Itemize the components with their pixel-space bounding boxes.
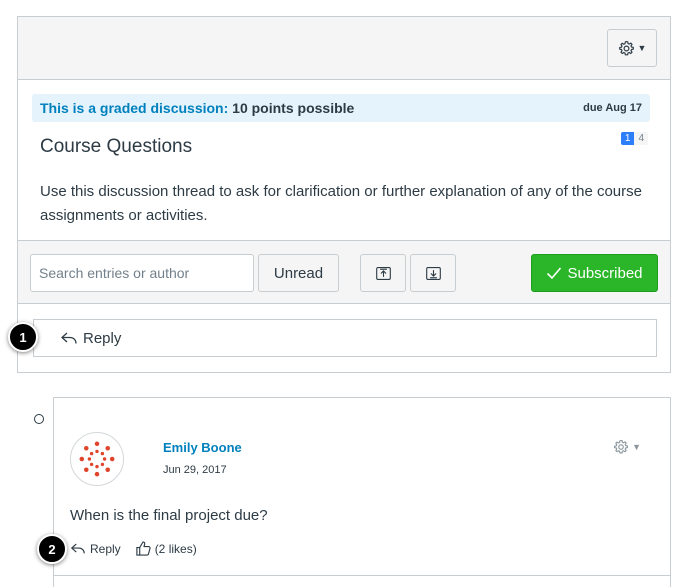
discussion-topic: ▼ This is a graded discussion: 10 points… — [17, 16, 671, 373]
reply-label: Reply — [83, 329, 122, 347]
avatar[interactable] — [70, 432, 124, 486]
graded-label: This is a graded discussion: — [40, 100, 229, 116]
callout-badge-1: 1 — [8, 322, 38, 352]
points-possible: 10 points possible — [232, 100, 355, 116]
expand-threads-button[interactable] — [360, 254, 406, 292]
gear-icon — [614, 439, 629, 454]
entry-message: When is the final project due? — [70, 507, 268, 524]
reply-arrow-icon — [70, 543, 85, 554]
unread-count-badge: 1 — [620, 132, 635, 145]
graded-discussion-banner: This is a graded discussion: 10 points p… — [32, 94, 650, 122]
reply-arrow-icon — [61, 332, 77, 344]
like-button[interactable]: (2 likes) — [135, 540, 197, 557]
total-count-badge: 4 — [634, 132, 648, 145]
discussion-entry: Emily Boone Jun 29, 2017 ▼ When is the f… — [53, 397, 671, 587]
entry-counts: 1 4 — [620, 132, 648, 145]
topic-reply-button[interactable]: Reply — [33, 319, 657, 357]
entry-date: Jun 29, 2017 — [163, 464, 227, 476]
entry-actions: Reply (2 likes) — [70, 540, 197, 557]
entry-settings-button[interactable]: ▼ — [613, 439, 641, 455]
canvas-logo-avatar — [79, 441, 115, 477]
collapse-threads-button[interactable] — [410, 254, 456, 292]
expand-icon — [375, 266, 391, 280]
thumbs-up-icon — [136, 541, 151, 556]
entry-divider — [54, 575, 670, 576]
like-count: (2 likes) — [154, 541, 197, 556]
discussion-toolbar: Unread Subscribed — [18, 240, 670, 304]
due-date: due Aug 17 — [583, 102, 642, 114]
topic-settings-button[interactable]: ▼ — [607, 29, 657, 67]
subscribed-button[interactable]: Subscribed — [531, 254, 658, 292]
topic-header: ▼ — [18, 17, 670, 80]
subscribed-label: Subscribed — [567, 264, 643, 282]
callout-badge-2: 2 — [37, 534, 67, 564]
checkmark-icon — [547, 267, 562, 280]
gear-icon — [618, 40, 634, 55]
search-entries-input[interactable] — [30, 254, 254, 292]
thread-bullet — [34, 414, 44, 424]
caret-down-icon: ▼ — [632, 442, 641, 452]
entry-reply-label: Reply — [90, 541, 121, 556]
discussion-message: Use this discussion thread to ask for cl… — [40, 183, 642, 224]
entry-author-link[interactable]: Emily Boone — [163, 440, 242, 455]
caret-down-icon: ▼ — [637, 43, 647, 53]
discussion-title: Course Questions — [40, 136, 193, 157]
unread-filter-button[interactable]: Unread — [258, 254, 339, 292]
collapse-icon — [425, 266, 441, 280]
entry-reply-button[interactable]: Reply — [70, 542, 121, 556]
